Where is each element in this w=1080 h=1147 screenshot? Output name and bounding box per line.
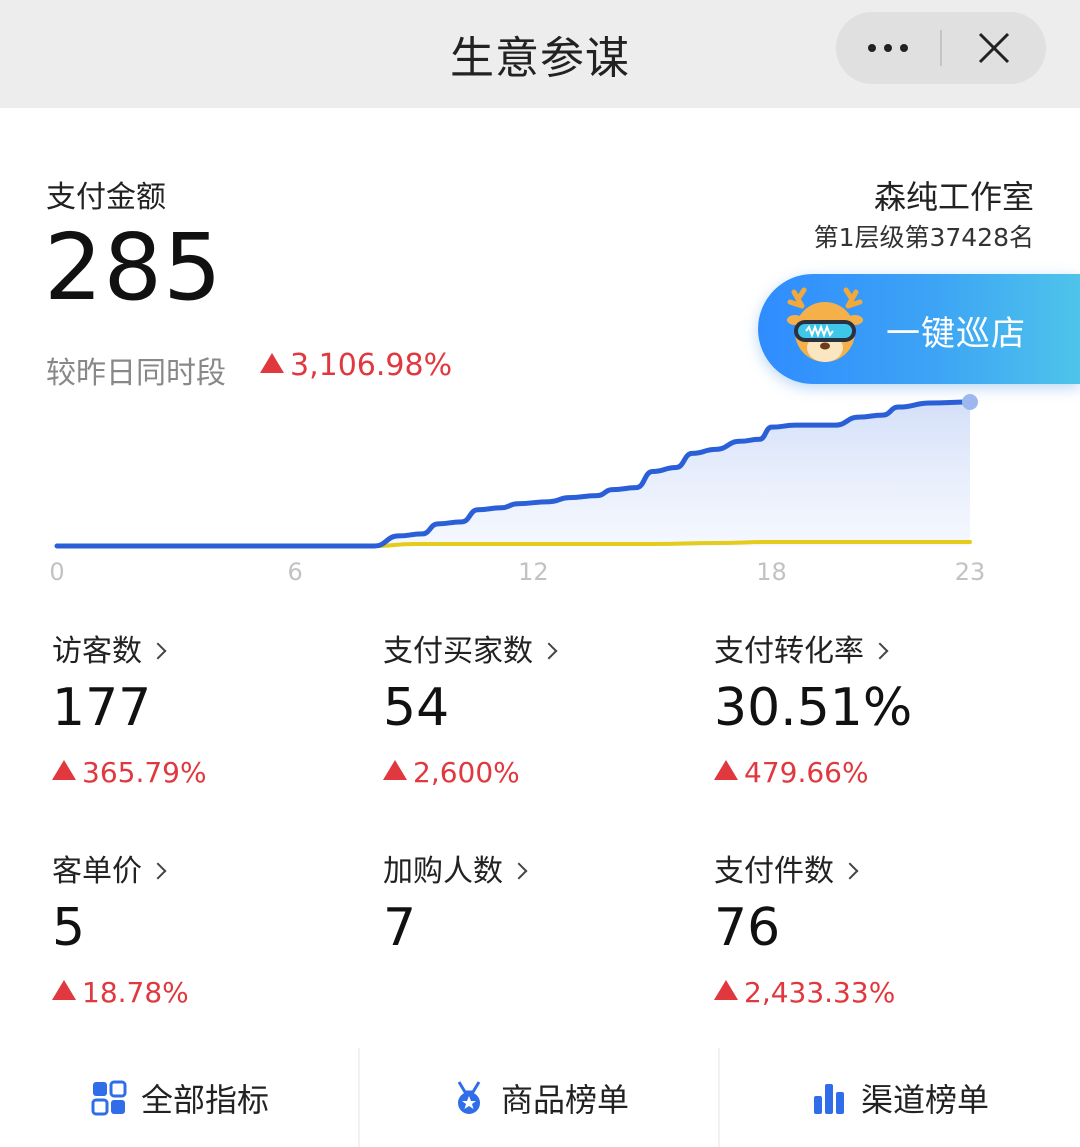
nav-label: 全部指标 xyxy=(140,1080,269,1119)
metric-visitors[interactable]: 访客数 177 365.79% xyxy=(52,626,207,789)
metric-label: 支付买家数 xyxy=(383,634,533,669)
close-icon xyxy=(978,32,1010,64)
metric-value: 5 xyxy=(52,898,86,958)
metric-change: 2,600% xyxy=(383,756,555,789)
metric-value: 177 xyxy=(52,678,152,738)
metric-avg-order-value[interactable]: 客单价 5 18.78% xyxy=(52,846,189,1009)
x-tick-label: 18 xyxy=(756,558,787,586)
up-arrow-icon xyxy=(52,980,76,1000)
metric-conversion-rate[interactable]: 支付转化率 30.51% 479.66% xyxy=(714,626,912,789)
metric-change: 479.66% xyxy=(714,756,912,789)
mini-program-capsule xyxy=(836,12,1046,84)
payment-amount-value: 285 xyxy=(44,214,223,321)
shop-rank: 第1层级第37428名 xyxy=(813,223,1034,252)
up-arrow-icon xyxy=(260,353,284,373)
x-tick-label: 23 xyxy=(955,558,986,586)
metric-change: 365.79% xyxy=(52,756,207,789)
more-button[interactable] xyxy=(836,12,940,84)
up-arrow-icon xyxy=(714,760,738,780)
bar-chart-icon xyxy=(813,1083,844,1114)
title-bar: 生意参谋 xyxy=(0,0,1080,108)
metric-value: 76 xyxy=(714,898,781,958)
x-tick-label: 12 xyxy=(518,558,549,586)
more-icon xyxy=(868,44,876,52)
metric-change: 2,433.33% xyxy=(714,976,895,1009)
payment-change-value: 3,106.98% xyxy=(290,348,453,383)
payment-amount-label: 支付金额 xyxy=(46,180,166,215)
metric-add-to-cart[interactable]: 加购人数 7 xyxy=(383,846,528,958)
nav-channel-ranking[interactable]: 渠道榜单 xyxy=(720,1048,1080,1147)
chevron-right-icon xyxy=(841,862,859,880)
metric-label: 客单价 xyxy=(52,854,142,889)
grid-icon xyxy=(91,1080,127,1115)
up-arrow-icon xyxy=(714,980,738,1000)
bottom-nav: 全部指标 商品榜单 渠道榜单 xyxy=(0,1048,1080,1147)
up-arrow-icon xyxy=(383,760,407,780)
payment-trend-chart: 0 6 12 18 23 xyxy=(49,394,986,586)
x-tick-label: 0 xyxy=(49,558,64,586)
metric-paying-buyers[interactable]: 支付买家数 54 2,600% xyxy=(383,626,558,789)
metric-label: 访客数 xyxy=(52,634,142,669)
series-end-point xyxy=(962,394,978,410)
medal-icon xyxy=(457,1080,481,1114)
chevron-right-icon xyxy=(540,642,558,660)
chevron-right-icon xyxy=(149,862,167,880)
metric-value: 30.51% xyxy=(714,678,913,738)
chevron-right-icon xyxy=(871,642,889,660)
close-button[interactable] xyxy=(942,12,1046,84)
chevron-right-icon xyxy=(510,862,528,880)
one-click-patrol-button[interactable]: 一键巡店 xyxy=(758,274,1080,384)
patrol-button-label: 一键巡店 xyxy=(886,314,1026,354)
chevron-right-icon xyxy=(149,642,167,660)
metric-value: 7 xyxy=(383,898,417,958)
deer-mascot-icon xyxy=(787,287,863,362)
metric-label: 加购人数 xyxy=(383,854,503,889)
metric-value: 54 xyxy=(383,678,450,738)
nav-product-ranking[interactable]: 商品榜单 xyxy=(360,1048,720,1147)
nav-label: 渠道榜单 xyxy=(860,1080,989,1119)
payment-change: 3,106.98% xyxy=(260,348,452,383)
metric-label: 支付件数 xyxy=(714,854,834,889)
nav-all-metrics[interactable]: 全部指标 xyxy=(0,1048,360,1147)
nav-label: 商品榜单 xyxy=(500,1080,629,1119)
up-arrow-icon xyxy=(52,760,76,780)
metric-change: 18.78% xyxy=(52,976,189,1009)
metric-label: 支付转化率 xyxy=(714,634,864,669)
x-tick-label: 6 xyxy=(288,558,303,586)
shop-name: 森纯工作室 xyxy=(873,178,1034,216)
metric-items-paid[interactable]: 支付件数 76 2,433.33% xyxy=(714,846,895,1009)
